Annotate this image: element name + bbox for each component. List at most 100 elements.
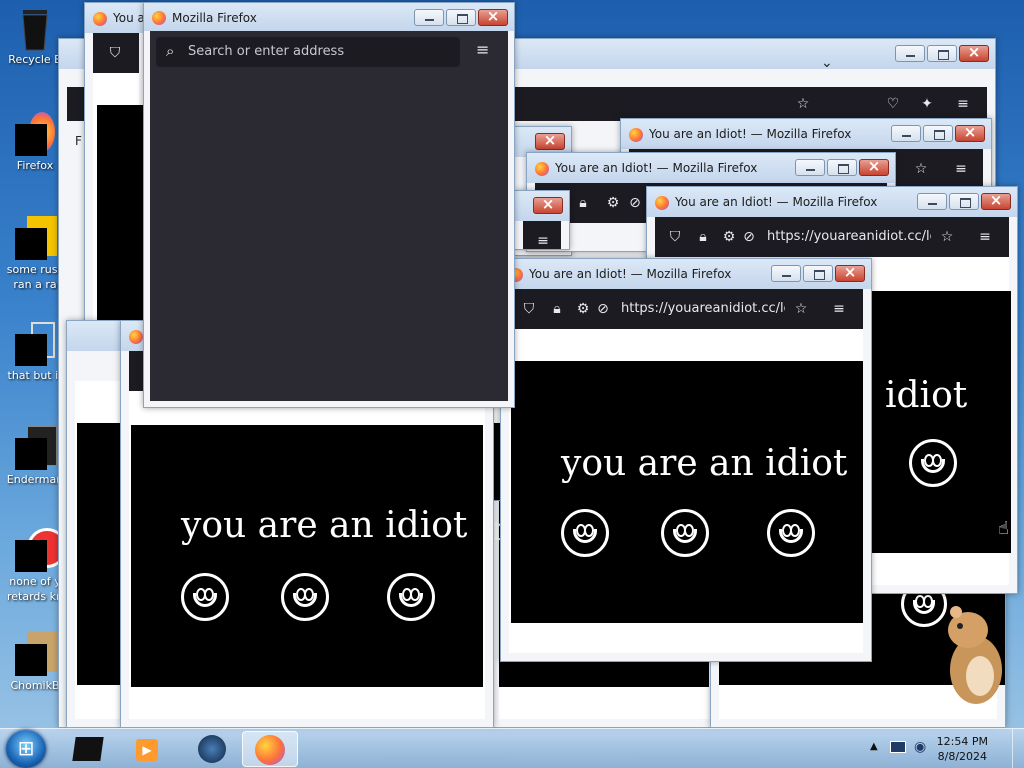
media-player-icon: ▶ xyxy=(136,739,158,761)
close-button[interactable] xyxy=(533,195,563,214)
idiot-window-front[interactable]: You are an Idiot! — Mozilla Firefox ⛉ 🔒︎… xyxy=(500,258,872,662)
show-desktop-button[interactable] xyxy=(1012,729,1024,768)
firefox-icon xyxy=(255,735,285,765)
start-button[interactable] xyxy=(6,730,46,768)
lock-icon: 🔒︎ xyxy=(699,229,707,245)
star-icon[interactable]: ☆ xyxy=(793,301,809,317)
shield-icon: ⛉ xyxy=(669,229,681,245)
firefox-icon xyxy=(13,112,57,156)
volume-icon[interactable]: ◉ xyxy=(914,739,926,755)
window-titlebar[interactable]: You are an Idiot! — Mozilla Firefox xyxy=(527,153,895,183)
clock-date: 8/8/2024 xyxy=(937,750,988,763)
minimize-button[interactable] xyxy=(795,159,825,176)
minimize-button[interactable] xyxy=(895,45,925,62)
star-icon[interactable]: ☆ xyxy=(795,96,811,112)
idiot-page: you are an idiot xyxy=(131,425,483,687)
minimize-button[interactable] xyxy=(891,125,921,142)
edge-letter-fragment: F xyxy=(75,134,82,148)
file-icon xyxy=(13,426,57,470)
show-hidden-icons-icon[interactable]: ▲ xyxy=(870,741,878,752)
clock[interactable]: 12:54 PM 8/8/2024 xyxy=(937,734,988,764)
window-title: You are an Idiot! — Mozilla Firefox xyxy=(649,127,852,141)
close-button[interactable] xyxy=(955,123,985,142)
taskbar-firefox[interactable] xyxy=(242,731,298,767)
chevron-down-icon[interactable]: ⌄ xyxy=(821,55,833,71)
recycle-bin-icon xyxy=(13,6,57,51)
smiley-icon xyxy=(281,573,329,621)
smiley-icon xyxy=(909,439,957,487)
firefox-icon xyxy=(535,162,549,176)
app-icon xyxy=(72,737,104,761)
maximize-button[interactable] xyxy=(446,9,476,26)
maximize-button[interactable] xyxy=(803,265,833,282)
permissions-icon: ⚙ xyxy=(722,229,736,245)
star-icon[interactable]: ☆ xyxy=(939,229,955,245)
window-title: You are an Idiot! — Mozilla Firefox xyxy=(675,195,878,209)
maximize-button[interactable] xyxy=(827,159,857,176)
pocket-icon[interactable]: ♡ xyxy=(885,96,901,112)
menu-icon[interactable]: ≡ xyxy=(953,161,969,177)
minimize-button[interactable] xyxy=(771,265,801,282)
window-titlebar[interactable]: You are an Idiot! — Mozilla Firefox xyxy=(621,119,991,149)
minimize-button[interactable] xyxy=(414,9,444,26)
window-titlebar[interactable]: You are an Idiot! — Mozilla Firefox xyxy=(647,187,1017,217)
url-bar[interactable]: https://youareanidiot.cc/lol. xyxy=(767,229,931,244)
taskbar-app-3[interactable] xyxy=(184,731,240,767)
lock-icon: 🔒︎ xyxy=(553,301,561,317)
search-icon: ⌕ xyxy=(166,42,175,60)
maximize-button[interactable] xyxy=(949,193,979,210)
shield-icon: ⛉ xyxy=(109,45,121,61)
window-titlebar[interactable]: Mozilla Firefox xyxy=(144,3,514,31)
address-bar[interactable]: ⌕ Search or enter address xyxy=(156,37,460,67)
menu-icon[interactable]: ≡ xyxy=(977,229,993,245)
close-button[interactable] xyxy=(981,191,1011,210)
tracking-icon: ⊘ xyxy=(597,301,609,317)
window-titlebar[interactable] xyxy=(515,191,569,221)
hamster-icon xyxy=(13,632,57,676)
close-button[interactable] xyxy=(959,43,989,62)
url-bar[interactable]: https://youareanidiot.cc/lol. xyxy=(621,301,785,316)
file-icon xyxy=(13,322,57,366)
taskbar-app-1[interactable] xyxy=(60,731,116,767)
firefox-icon xyxy=(152,11,166,25)
close-button[interactable] xyxy=(859,157,889,176)
search-placeholder: Search or enter address xyxy=(188,44,345,59)
menu-icon[interactable]: ≡ xyxy=(831,301,847,317)
browser-toolbar: ⛉ xyxy=(93,33,139,73)
idiot-window-right-4[interactable]: ≡ xyxy=(514,190,570,250)
window-title: Mozilla Firefox xyxy=(172,11,257,25)
smiley-icon xyxy=(181,573,229,621)
menu-icon[interactable]: ≡ xyxy=(476,40,489,59)
idiot-page: you are an idiot xyxy=(511,361,863,623)
firefox-icon xyxy=(629,128,643,142)
idiot-text-partial: idiot xyxy=(885,375,968,416)
shield-icon: ⛉ xyxy=(523,301,535,317)
window-titlebar[interactable]: You a xyxy=(85,3,147,33)
extensions-icon[interactable]: ✦ xyxy=(919,96,935,112)
smiley-icon xyxy=(561,509,609,557)
taskbar-media-player[interactable]: ▶ xyxy=(120,731,176,767)
close-button[interactable] xyxy=(835,263,865,282)
permissions-icon: ⚙ xyxy=(606,195,620,211)
menu-icon[interactable]: ≡ xyxy=(535,233,551,249)
close-button[interactable] xyxy=(478,7,508,26)
browser-toolbar: ≡ xyxy=(523,221,561,249)
close-button[interactable] xyxy=(535,131,565,150)
tracking-icon: ⊘ xyxy=(629,195,641,211)
browser-chrome: ⌕ Search or enter address ≡ xyxy=(150,31,508,401)
window-title: You are an Idiot! — Mozilla Firefox xyxy=(529,267,732,281)
network-icon[interactable] xyxy=(890,741,906,753)
maximize-button[interactable] xyxy=(923,125,953,142)
browser-toolbar: ⛉ 🔒︎ ⚙ ⊘ https://youareanidiot.cc/lol. ☆… xyxy=(509,289,863,329)
minimize-button[interactable] xyxy=(917,193,947,210)
mouse-cursor: ☝ xyxy=(998,518,1009,539)
window-titlebar[interactable]: You are an Idiot! — Mozilla Firefox xyxy=(501,259,871,289)
hamster-sticker xyxy=(940,604,1006,708)
firefox-icon xyxy=(93,12,107,26)
firefox-window-main[interactable]: Mozilla Firefox ⌕ Search or enter addres… xyxy=(143,2,515,408)
menu-icon[interactable]: ≡ xyxy=(955,96,971,112)
star-icon[interactable]: ☆ xyxy=(913,161,929,177)
maximize-button[interactable] xyxy=(927,45,957,62)
window-title: You are an Idiot! — Mozilla Firefox xyxy=(555,161,758,175)
lock-icon: 🔒︎ xyxy=(579,195,587,211)
